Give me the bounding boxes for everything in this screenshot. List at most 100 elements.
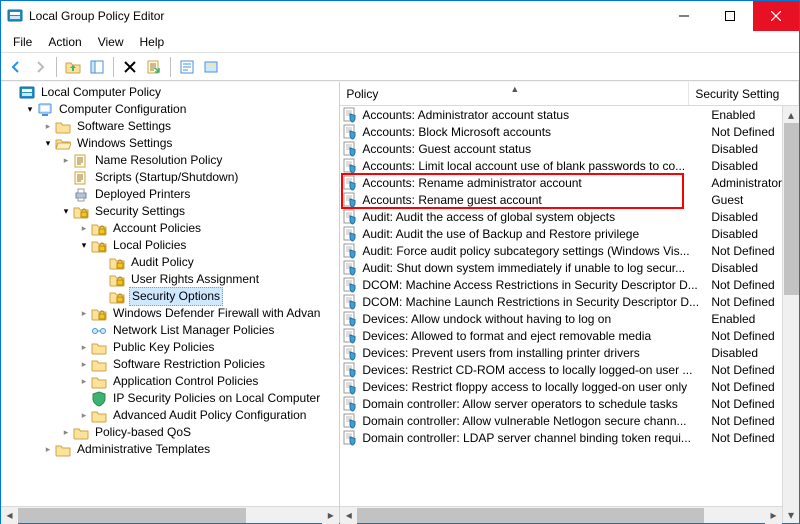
scroll-up-icon[interactable]: ▴ [783, 106, 799, 123]
policy-icon [342, 345, 358, 361]
menu-file[interactable]: File [5, 33, 40, 51]
tree-name-resolution-policy[interactable]: ▸Name Resolution Policy [1, 152, 339, 169]
policy-row[interactable]: DCOM: Machine Launch Restrictions in Sec… [340, 293, 782, 310]
delete-button[interactable] [119, 56, 141, 78]
tree-ip-security-policies[interactable]: IP Security Policies on Local Computer [1, 390, 339, 407]
expand-icon[interactable]: ▸ [77, 373, 91, 390]
policy-row[interactable]: Audit: Shut down system immediately if u… [340, 259, 782, 276]
policy-row[interactable]: Domain controller: Allow server operator… [340, 395, 782, 412]
policy-value: Not Defined [705, 295, 782, 309]
app-icon [7, 8, 23, 24]
menu-view[interactable]: View [90, 33, 132, 51]
policy-icon [342, 141, 358, 157]
tree-application-control-policies[interactable]: ▸Application Control Policies [1, 373, 339, 390]
expand-icon[interactable]: ▸ [77, 339, 91, 356]
maximize-button[interactable] [707, 1, 753, 31]
properties-button[interactable] [176, 56, 198, 78]
scroll-right-icon[interactable]: ▸ [322, 507, 339, 524]
policy-row[interactable]: Audit: Audit the access of global system… [340, 208, 782, 225]
up-button[interactable] [62, 56, 84, 78]
policy-name: Domain controller: Allow server operator… [362, 397, 705, 411]
tree-software-restriction-policies[interactable]: ▸Software Restriction Policies [1, 356, 339, 373]
expand-icon[interactable]: ▸ [77, 356, 91, 373]
back-button[interactable] [5, 56, 27, 78]
expand-icon[interactable]: ▸ [59, 424, 73, 441]
policy-row[interactable]: Audit: Force audit policy subcategory se… [340, 242, 782, 259]
policy-list[interactable]: Accounts: Administrator account statusEn… [340, 106, 782, 506]
policy-row[interactable]: Devices: Prevent users from installing p… [340, 344, 782, 361]
policy-row[interactable]: Devices: Restrict CD-ROM access to local… [340, 361, 782, 378]
tree-public-key-policies[interactable]: ▸Public Key Policies [1, 339, 339, 356]
policy-row[interactable]: Devices: Allow undock without having to … [340, 310, 782, 327]
policy-icon [342, 158, 358, 174]
list-header: Policy Security Setting ▲ [340, 82, 799, 106]
scroll-left-icon[interactable]: ◂ [1, 507, 18, 524]
collapse-icon[interactable]: ▾ [77, 237, 91, 254]
column-header-security[interactable]: Security Setting [689, 82, 799, 105]
scroll-down-icon[interactable]: ▾ [783, 506, 799, 523]
expand-icon[interactable]: ▸ [59, 152, 73, 169]
policy-value: Not Defined [705, 431, 782, 445]
policy-row[interactable]: Devices: Restrict floppy access to local… [340, 378, 782, 395]
policy-icon [342, 260, 358, 276]
expand-icon[interactable]: ▸ [41, 441, 55, 458]
list-scrollbar-h[interactable]: ◂ ▸ [340, 506, 782, 523]
export-button[interactable] [143, 56, 165, 78]
menu-help[interactable]: Help [132, 33, 173, 51]
tree-advanced-audit-policy-configuration[interactable]: ▸Advanced Audit Policy Configuration [1, 407, 339, 424]
scroll-right-icon[interactable]: ▸ [765, 507, 782, 524]
policy-name: Devices: Allowed to format and eject rem… [362, 329, 705, 343]
policy-row[interactable]: Devices: Allowed to format and eject rem… [340, 327, 782, 344]
tree-item-label: Windows Settings [75, 135, 174, 152]
tree-deployed-printers[interactable]: Deployed Printers [1, 186, 339, 203]
list-scrollbar-v[interactable]: ▴ ▾ [782, 106, 799, 523]
policy-row[interactable]: Accounts: Block Microsoft accountsNot De… [340, 123, 782, 140]
tree-security-settings[interactable]: ▾Security Settings [1, 203, 339, 220]
tree-windows-settings[interactable]: ▾ Windows Settings [1, 135, 339, 152]
tree-security-options[interactable]: Security Options [1, 288, 339, 305]
policy-row[interactable]: Accounts: Rename administrator accountAd… [340, 174, 782, 191]
tree-account-policies[interactable]: ▸Account Policies [1, 220, 339, 237]
expand-icon[interactable]: ▸ [77, 305, 91, 322]
policy-row[interactable]: Domain controller: Allow vulnerable Netl… [340, 412, 782, 429]
policy-row[interactable]: Accounts: Guest account statusDisabled [340, 140, 782, 157]
policy-icon [342, 328, 358, 344]
minimize-button[interactable] [661, 1, 707, 31]
window: Local Group Policy Editor File Action Vi… [0, 0, 800, 524]
tree-computer-configuration[interactable]: ▾Computer Configuration [1, 101, 339, 118]
scroll-left-icon[interactable]: ◂ [340, 507, 357, 524]
tree-policy-based-qos[interactable]: ▸Policy-based QoS [1, 424, 339, 441]
policy-row[interactable]: Accounts: Limit local account use of bla… [340, 157, 782, 174]
collapse-icon[interactable]: ▾ [23, 101, 37, 118]
tree-software-settings[interactable]: ▸Software Settings [1, 118, 339, 135]
tree-audit-policy[interactable]: Audit Policy [1, 254, 339, 271]
tree-network-list-manager-policies[interactable]: Network List Manager Policies [1, 322, 339, 339]
expand-icon[interactable]: ▸ [77, 407, 91, 424]
expand-icon[interactable]: ▸ [77, 220, 91, 237]
folder-icon [91, 408, 107, 424]
tree-scripts[interactable]: Scripts (Startup/Shutdown) [1, 169, 339, 186]
collapse-icon[interactable]: ▾ [41, 135, 55, 152]
policy-row[interactable]: Domain controller: LDAP server channel b… [340, 429, 782, 446]
policy-row[interactable]: DCOM: Machine Access Restrictions in Sec… [340, 276, 782, 293]
policy-icon [342, 209, 358, 225]
show-hide-tree-button[interactable] [86, 56, 108, 78]
forward-button[interactable] [29, 56, 51, 78]
tree-windows-defender-firewall[interactable]: ▸Windows Defender Firewall with Advan [1, 305, 339, 322]
collapse-icon[interactable]: ▾ [59, 203, 73, 220]
tree-local-policies[interactable]: ▾Local Policies [1, 237, 339, 254]
policy-value: Administrator [705, 176, 782, 190]
tree-user-rights-assignment[interactable]: User Rights Assignment [1, 271, 339, 288]
menu-action[interactable]: Action [40, 33, 89, 51]
close-button[interactable] [753, 1, 799, 31]
tree-scrollbar-h[interactable]: ◂ ▸ [1, 506, 339, 523]
policy-row[interactable]: Accounts: Rename guest accountGuest [340, 191, 782, 208]
policy-row[interactable]: Accounts: Administrator account statusEn… [340, 106, 782, 123]
expand-icon[interactable]: ▸ [41, 118, 55, 135]
tree-root[interactable]: Local Computer Policy [1, 84, 339, 101]
policy-name: Devices: Allow undock without having to … [362, 312, 705, 326]
policy-row[interactable]: Audit: Audit the use of Backup and Resto… [340, 225, 782, 242]
filter-button[interactable] [200, 56, 222, 78]
folder-open-icon [55, 136, 71, 152]
tree-administrative-templates[interactable]: ▸Administrative Templates [1, 441, 339, 458]
